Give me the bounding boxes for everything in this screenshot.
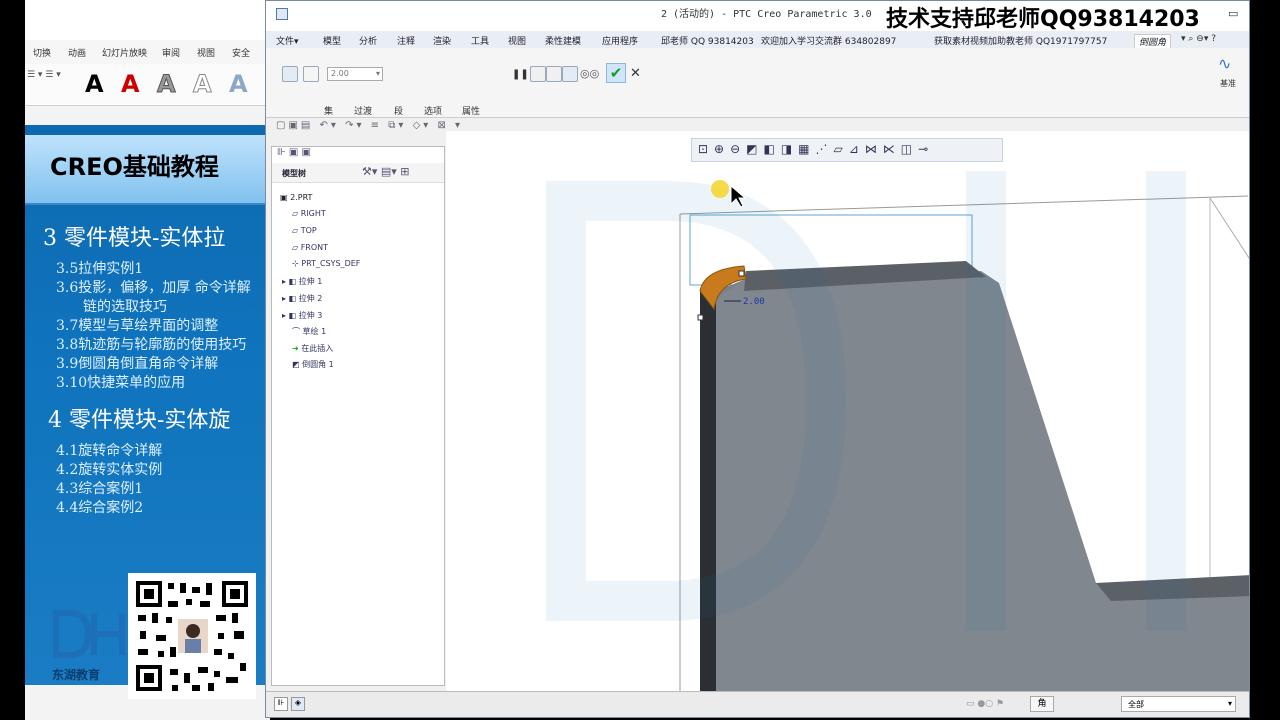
tree-item-extrude-1[interactable]: ▸ ◧ 拉伸 1: [282, 276, 322, 287]
tree-item-csys[interactable]: ⊹ PRT_CSYS_DEF: [292, 259, 360, 268]
panel-tab-options[interactable]: 选项: [424, 104, 442, 117]
cancel-x-icon[interactable]: ✕: [630, 66, 641, 81]
round-dashboard: 2.00 ▾ ❚❚ ◎◎ ✔ ✕ 集 过渡 段 选项 属性 ∿ 基准: [266, 48, 1249, 118]
ok-checkmark-icon[interactable]: ✔: [606, 63, 626, 83]
watermark-text: 技术支持邱老师QQ93814203: [886, 7, 1200, 32]
quick-access-icons[interactable]: ▢▣▤ ↶▾ ↷▾ ≡ ⧉▾ ◇▾ ⊠ ▾: [276, 120, 463, 131]
app-icon: [276, 8, 288, 20]
status-progress-icon: ▭ ●○ ⚑: [966, 699, 1004, 709]
menu-model[interactable]: 模型: [323, 34, 341, 47]
attached-preview-icon[interactable]: [546, 66, 562, 82]
outline-item: 链的选取技巧: [83, 299, 167, 315]
datum-icon[interactable]: ∿: [1218, 54, 1231, 73]
panel-tab-properties[interactable]: 属性: [462, 104, 480, 117]
outline-item: 4.4综合案例2: [56, 500, 144, 516]
filter-select[interactable]: 全部 ▾: [1121, 696, 1236, 712]
donghu-logo: 东湖教育: [52, 605, 128, 682]
menu-bar: 文件▾ 模型 分析 注释 渲染 工具 视图 柔性建模 应用程序 邱老师 QQ 9…: [266, 31, 1249, 49]
outline-item: 4.3综合案例1: [56, 481, 144, 497]
tree-tab-icons[interactable]: ⊪ ▣ ▣: [277, 147, 311, 158]
qr-code: [128, 573, 256, 699]
tab-view[interactable]: 视图: [197, 46, 215, 59]
tree-item-top[interactable]: ▱ TOP: [292, 226, 317, 235]
menu-apps[interactable]: 应用程序: [602, 34, 638, 47]
wordart-style-5[interactable]: A: [229, 70, 248, 98]
panel-tab-sets[interactable]: 集: [324, 104, 333, 117]
tab-security[interactable]: 安全: [232, 46, 250, 59]
ppt-titlebar: [25, 0, 270, 40]
menu-flexible[interactable]: 柔性建模: [545, 34, 581, 47]
powerpoint-window: 切换 动画 幻灯片放映 审阅 视图 安全 ☰ ▾ ☰ ▾ A A A A A C…: [25, 0, 270, 720]
tab-animation[interactable]: 动画: [68, 46, 86, 59]
menu-tools[interactable]: 工具: [471, 34, 489, 47]
verify-mode-icon[interactable]: ◎◎: [580, 67, 599, 80]
menu-view[interactable]: 视图: [508, 34, 526, 47]
outline-item: 3.9倒圆角倒直角命令详解: [56, 356, 219, 372]
outline-item: 3.10快捷菜单的应用: [56, 375, 186, 391]
graphics-viewport[interactable]: 2.00: [446, 131, 1249, 691]
tree-item-right[interactable]: ▱ RIGHT: [292, 209, 326, 218]
outline-item: 3.7模型与草绘界面的调整: [56, 318, 219, 334]
menu-group: 欢迎加入学习交流群 634802897: [761, 37, 897, 47]
tab-slideshow[interactable]: 幻灯片放映: [102, 46, 147, 59]
pause-icon[interactable]: ❚❚: [512, 69, 529, 80]
outline-item: 4.1旋转命令详解: [56, 443, 163, 459]
wordart-style-2[interactable]: A: [121, 70, 140, 98]
radius-dimension: 2.00: [743, 297, 765, 307]
outline-item: 3.6投影，偏移，加厚 命令详解: [56, 280, 251, 296]
tree-item-sketch-1[interactable]: ⌒ 草绘 1: [292, 326, 326, 337]
panel-tab-pieces[interactable]: 段: [394, 104, 403, 117]
view-toolbar: ⊡⊕⊖◩◧◨▦⋰▱⊿⋈⋉◫⊸: [691, 138, 1003, 162]
qr-code-image: [136, 581, 248, 691]
outline-item: 3.8轨迹筋与轮廓筋的使用技巧: [56, 337, 247, 353]
tab-switch[interactable]: 切换: [33, 46, 51, 59]
outline-item: 4.2旋转实体实例: [56, 462, 163, 478]
tree-item-insert-here[interactable]: ➜ 在此插入: [292, 343, 333, 354]
menu-teacher: 邱老师 QQ 93814203: [661, 37, 754, 47]
tree-item-part[interactable]: ▣ 2.PRT: [280, 193, 312, 202]
outline-item: 3.5拉伸实例1: [56, 261, 144, 277]
outline-heading-4: 4 零件模块-实体旋: [48, 408, 231, 433]
tree-item-extrude-3[interactable]: ▸ ◧ 拉伸 3: [282, 310, 322, 321]
status-bar: ⊪ ◈ ▭ ●○ ⚑ 角 全部 ▾: [266, 691, 1249, 717]
menu-assistant: 获取素材视频加助教老师 QQ1971797757: [934, 37, 1108, 47]
selection-filter-button[interactable]: 角: [1030, 696, 1054, 712]
panel-tab-transitions[interactable]: 过渡: [354, 104, 372, 117]
minimize-icon[interactable]: ▭: [1228, 7, 1238, 20]
model-tree-panel: ⊪ ▣ ▣ 模型树 ⚒▾ ▤▾ ⊞ ▣ 2.PRT ▱ RIGHT ▱ TOP …: [271, 146, 445, 686]
menu-annotate[interactable]: 注释: [397, 34, 415, 47]
tree-settings-icon[interactable]: ⚒▾ ▤▾ ⊞: [362, 165, 410, 178]
tree-toggle-icon[interactable]: ⊪: [274, 697, 288, 711]
wordart-style-1[interactable]: A: [85, 70, 104, 98]
logo-text: 东湖教育: [52, 668, 101, 682]
menu-analysis[interactable]: 分析: [359, 34, 377, 47]
model-tree-title: 模型树: [282, 169, 306, 178]
ppt-ribbon-tabs: 切换 动画 幻灯片放映 审阅 视图 安全: [25, 40, 270, 64]
tree-item-extrude-2[interactable]: ▸ ◧ 拉伸 2: [282, 293, 322, 304]
detached-preview-icon[interactable]: [562, 66, 578, 82]
tab-round[interactable]: 倒圆角: [1134, 34, 1172, 49]
wordart-styles: ☰ ▾ ☰ ▾ A A A A A: [25, 64, 270, 106]
menu-file[interactable]: 文件▾: [276, 34, 299, 47]
no-preview-icon[interactable]: [530, 66, 546, 82]
slide-title: CREO基础教程: [50, 153, 219, 181]
tree-item-front[interactable]: ▱ FRONT: [292, 243, 328, 252]
tab-review[interactable]: 审阅: [162, 46, 180, 59]
outline-heading-3: 3 零件模块-实体拉: [43, 226, 226, 251]
browser-toggle-icon[interactable]: ◈: [291, 697, 305, 711]
wordart-style-3[interactable]: A: [157, 70, 177, 99]
full-round-icon[interactable]: [303, 66, 319, 82]
datum-label: 基准: [1220, 79, 1236, 88]
wordart-style-4[interactable]: A: [193, 70, 213, 99]
creo-window: 2 (活动的) - PTC Creo Parametric 3.0 技术支持邱老…: [265, 0, 1250, 718]
view-tool-icons[interactable]: ⊡⊕⊖◩◧◨▦⋰▱⊿⋈⋉◫⊸: [698, 142, 934, 156]
constant-round-icon[interactable]: [282, 66, 298, 82]
window-title: 2 (活动的) - PTC Creo Parametric 3.0: [661, 9, 872, 20]
help-icon[interactable]: ▾ ⌕ ⊖▾ ?: [1181, 34, 1216, 44]
tree-item-round-1[interactable]: ◩ 倒圆角 1: [292, 359, 334, 370]
radius-input[interactable]: 2.00 ▾: [327, 67, 383, 81]
creo-titlebar: 2 (活动的) - PTC Creo Parametric 3.0 技术支持邱老…: [266, 1, 1249, 32]
model-tree-header: 模型树 ⚒▾ ▤▾ ⊞: [272, 163, 444, 183]
menu-render[interactable]: 渲染: [433, 34, 451, 47]
